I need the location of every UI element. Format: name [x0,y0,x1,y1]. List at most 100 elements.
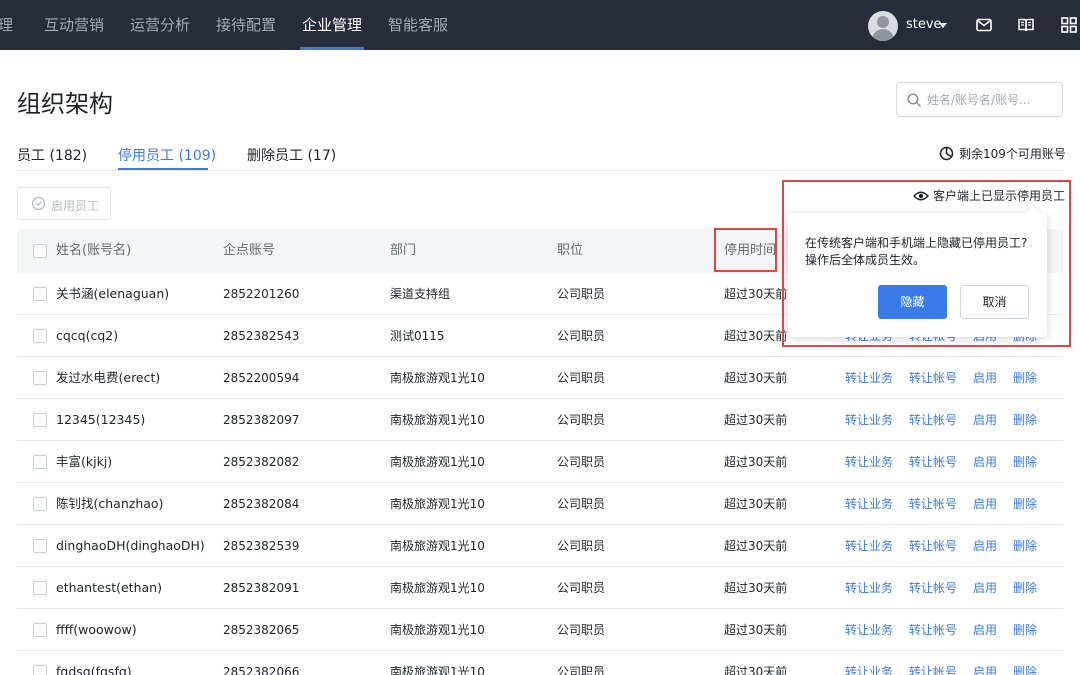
transfer-business-link[interactable]: 转让业务 [845,525,893,567]
tabs-divider [17,170,1063,171]
transfer-business-link[interactable]: 转让业务 [845,609,893,651]
enable-link[interactable]: 启用 [973,525,997,567]
nav-item-smart-service[interactable]: 智能客服 [388,0,448,50]
enable-link[interactable]: 启用 [973,567,997,609]
cell-account: 2852382084 [223,497,300,511]
delete-link[interactable]: 删除 [1013,567,1037,609]
delete-link[interactable]: 删除 [1013,357,1037,399]
book-icon[interactable] [1017,16,1035,34]
search-input[interactable] [927,83,1057,116]
row-checkbox[interactable] [33,539,47,553]
cell-account: 2852201260 [223,287,300,301]
transfer-account-link[interactable]: 转让帐号 [909,567,957,609]
enable-link[interactable]: 启用 [973,483,997,525]
delete-link[interactable]: 删除 [1013,399,1037,441]
cell-name: ffff(woowow) [56,622,137,637]
row-checkbox[interactable] [33,455,47,469]
nav-item-interactive-marketing[interactable]: 互动营销 [44,0,104,50]
enable-employee-button[interactable]: 启用员工 [17,187,111,220]
transfer-account-link[interactable]: 转让帐号 [909,357,957,399]
row-checkbox[interactable] [33,581,47,595]
table-row: 发过水电费(erect) 2852200594 南极旅游观1光10 公司职员 超过30天… [17,357,1063,399]
enable-link[interactable]: 启用 [973,609,997,651]
nav-item-operations-analysis[interactable]: 运营分析 [130,0,190,50]
popover-message-line2: 操作后全体成员生效。 [805,253,926,267]
column-header-position: 职位 [557,243,584,258]
cell-department: 南极旅游观1光10 [390,371,485,385]
transfer-account-link[interactable]: 转让帐号 [909,609,957,651]
cell-department: 南极旅游观1光10 [390,455,485,469]
nav-item-truncated[interactable]: 理 [0,0,13,50]
select-all-checkbox[interactable] [33,244,47,258]
user-name[interactable]: steve [906,0,942,50]
table-row: 12345(12345) 2852382097 南极旅游观1光10 公司职员 超过30天… [17,399,1063,441]
chevron-down-icon[interactable] [939,23,947,28]
grid-icon[interactable] [1060,16,1078,34]
cell-disabled-time: 超过30天前 [724,581,788,595]
cell-disabled-time: 超过30天前 [724,497,788,511]
nav-active-underline [300,47,364,50]
cell-disabled-time: 超过30天前 [724,623,788,637]
transfer-business-link[interactable]: 转让业务 [845,651,893,675]
cell-account: 2852382082 [223,455,300,469]
enable-link[interactable]: 启用 [973,441,997,483]
tab-deleted-employees[interactable]: 删除员工 (17) [247,145,336,165]
transfer-account-link[interactable]: 转让帐号 [909,399,957,441]
column-header-department: 部门 [390,243,417,258]
mail-icon[interactable] [975,16,993,34]
enable-link[interactable]: 启用 [973,357,997,399]
cell-position: 公司职员 [557,497,606,511]
pie-chart-icon [939,146,954,161]
delete-link[interactable]: 删除 [1013,609,1037,651]
row-checkbox[interactable] [33,287,47,301]
row-checkbox[interactable] [33,329,47,343]
avatar-body [872,29,894,41]
search-box[interactable] [896,82,1063,117]
client-display-toggle[interactable]: 客户端上已显示停用员工 [913,187,1065,204]
delete-link[interactable]: 删除 [1013,483,1037,525]
transfer-business-link[interactable]: 转让业务 [845,357,893,399]
transfer-business-link[interactable]: 转让业务 [845,483,893,525]
page-title: 组织架构 [17,90,113,118]
column-header-account: 企点账号 [223,243,276,258]
delete-link[interactable]: 删除 [1013,651,1037,675]
enable-link[interactable]: 启用 [973,651,997,675]
delete-link[interactable]: 删除 [1013,441,1037,483]
enable-link[interactable]: 启用 [973,399,997,441]
check-circle-icon [31,196,46,211]
table-row: dinghaoDH(dinghaoDH) 2852382539 南极旅游观1光10 公… [17,525,1063,567]
cell-account: 2852382091 [223,581,300,595]
eye-icon [913,191,929,201]
cell-department: 南极旅游观1光10 [390,665,485,675]
tab-disabled-employees[interactable]: 停用员工 (109) [118,145,216,165]
row-checkbox[interactable] [33,623,47,637]
transfer-account-link[interactable]: 转让帐号 [909,651,957,675]
transfer-account-link[interactable]: 转让帐号 [909,483,957,525]
cell-account: 2852382066 [223,665,300,675]
nav-item-reception-config[interactable]: 接待配置 [216,0,276,50]
transfer-business-link[interactable]: 转让业务 [845,567,893,609]
cell-name: 12345(12345) [56,412,146,427]
hide-button[interactable]: 隐藏 [878,285,947,319]
transfer-account-link[interactable]: 转让帐号 [909,441,957,483]
table-row: 丰富(kjkj) 2852382082 南极旅游观1光10 公司职员 超过30天前 转让业… [17,441,1063,483]
delete-link[interactable]: 删除 [1013,525,1037,567]
row-checkbox[interactable] [33,413,47,427]
tab-employees[interactable]: 员工 (182) [17,145,87,165]
table-row: 陈钊找(chanzhao) 2852382084 南极旅游观1光10 公司职员 超过30… [17,483,1063,525]
row-checkbox[interactable] [33,665,47,675]
cancel-button[interactable]: 取消 [960,285,1029,319]
avatar[interactable] [868,11,898,41]
cell-department: 南极旅游观1光10 [390,497,485,511]
cell-position: 公司职员 [557,371,606,385]
cell-name: 关书涵(elenaguan) [56,286,170,301]
transfer-business-link[interactable]: 转让业务 [845,399,893,441]
nav-item-enterprise-management[interactable]: 企业管理 [300,0,364,50]
avatar-head [877,16,889,28]
transfer-business-link[interactable]: 转让业务 [845,441,893,483]
client-display-text: 客户端上已显示停用员工 [933,189,1066,203]
cell-account: 2852382543 [223,329,300,343]
row-checkbox[interactable] [33,497,47,511]
transfer-account-link[interactable]: 转让帐号 [909,525,957,567]
row-checkbox[interactable] [33,371,47,385]
